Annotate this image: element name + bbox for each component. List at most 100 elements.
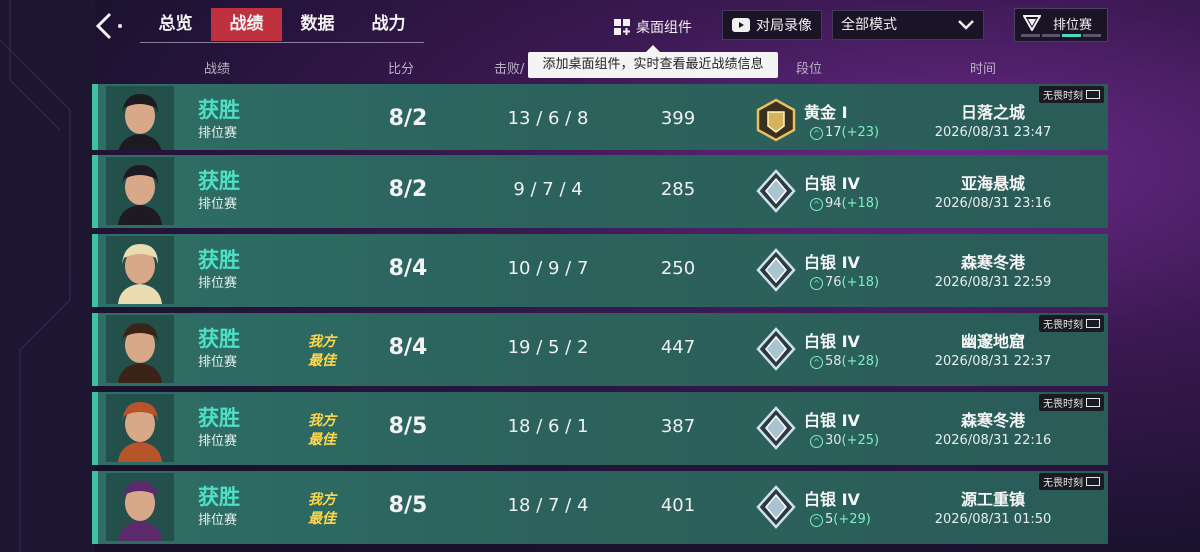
film-icon [1086,90,1100,99]
rank-name: 白银 IV [804,411,860,430]
gold-rank-icon [756,98,796,142]
rank-emblem-icon [1023,15,1041,31]
combat-score: 250 [660,258,696,279]
col-header-score: 比分 [388,62,415,77]
rank-name: 白银 IV [804,332,860,351]
tab-bar: 总览 战绩 数据 战力 [140,8,424,43]
silver-rank-icon [756,327,796,371]
fearless-moment-tag[interactable]: 无畏时刻 [1039,86,1104,103]
map-name: 森寒冬港 [960,253,1025,272]
chevron-down-icon [958,20,974,30]
rank-up-icon: ^ [810,277,823,290]
rank-up-icon: ^ [810,356,823,369]
rank-up-icon: ^ [810,127,823,140]
match-row[interactable]: 获胜 排位赛 我方 最佳 8/5 18 / 7 / 4 401 白银 IV ^ 5(+29) 源工… [92,471,1108,544]
rank-name: 白银 IV [804,253,860,272]
ranked-filter-badge[interactable]: 排位赛 [1014,8,1108,42]
match-row[interactable]: 获胜 排位赛 我方 最佳 8/4 19 / 5 / 2 447 白银 IV ^ 58(+28) 幽… [92,313,1108,386]
match-row[interactable]: 获胜 排位赛 8/2 9 / 7 / 4 285 白银 IV ^ 94(+18) 亚海悬城 202… [92,155,1108,228]
silver-rank-icon [756,248,796,292]
rank-rating-delta: (+18) [841,275,880,290]
team-mvp-badge: 我方 最佳 [308,412,336,450]
tab-overview[interactable]: 总览 [140,8,211,41]
rank-up-icon: ^ [810,198,823,211]
match-time: 2026/08/31 22:59 [934,275,1052,290]
fearless-moment-label: 无畏时刻 [1043,478,1083,489]
tab-match-history[interactable]: 战绩 [211,8,282,41]
rank-rating-value: 76 [825,275,842,290]
combat-score: 285 [660,179,696,200]
fearless-moment-label: 无畏时刻 [1043,320,1083,331]
rank-rating-delta: (+28) [841,354,880,369]
rank-rating-value: 94 [825,196,842,211]
col-header-time: 时间 [970,62,997,77]
match-time: 2026/08/31 23:47 [934,125,1052,140]
back-button[interactable] [92,10,126,42]
rank-up-icon: ^ [810,514,823,527]
widget-tooltip: 添加桌面组件，实时查看最近战绩信息 [528,45,778,78]
rank-up-icon: ^ [810,435,823,448]
match-result: 获胜 [198,406,240,430]
fearless-moment-tag[interactable]: 无畏时刻 [1039,473,1104,490]
film-icon [1086,398,1100,407]
match-result: 获胜 [198,169,240,193]
fearless-moment-tag[interactable]: 无畏时刻 [1039,394,1104,411]
backdrop-lines [0,0,71,552]
combat-score: 399 [660,108,696,129]
agent-avatar [106,315,174,383]
rank-rating-delta: (+23) [841,125,880,140]
col-header-rank: 段位 [796,62,823,77]
film-icon [1086,477,1100,486]
match-row[interactable]: 获胜 排位赛 我方 最佳 8/5 18 / 6 / 1 387 白银 IV ^ 30(+25) 森… [92,392,1108,465]
tab-power[interactable]: 战力 [353,8,424,41]
rank-rating: ^ 94(+18) [810,196,879,211]
kda-stat: 18 / 7 / 4 [507,495,589,516]
match-row[interactable]: 获胜 排位赛 8/2 13 / 6 / 8 399 黄金 I ^ 17(+23) 日落之城 202… [92,84,1108,150]
play-video-icon [732,18,750,32]
match-result: 获胜 [198,327,240,351]
rank-rating-value: 30 [825,433,842,448]
queue-type: 排位赛 [198,276,238,291]
rank-progress-bar [1021,34,1101,37]
rank-name: 白银 IV [804,174,860,193]
queue-type: 排位赛 [198,197,238,212]
match-result: 获胜 [198,485,240,509]
combat-score: 387 [660,416,696,437]
film-icon [1086,319,1100,328]
rank-rating: ^ 58(+28) [810,354,879,369]
rank-name: 黄金 I [804,103,848,122]
tab-stats[interactable]: 数据 [282,8,353,41]
agent-avatar [106,236,174,304]
match-score: 8/4 [388,256,428,281]
kda-stat: 18 / 6 / 1 [507,416,589,437]
queue-type: 排位赛 [198,126,238,141]
fearless-moment-label: 无畏时刻 [1043,91,1083,102]
match-replay-button[interactable]: 对局录像 [722,10,822,40]
kda-stat: 10 / 9 / 7 [507,258,589,279]
match-result: 获胜 [198,248,240,272]
match-row[interactable]: 获胜排位赛 8/4 10 / 9 / 7 250 白银 IV ^ 76(+18) 森寒冬港 20… [92,234,1108,307]
agent-avatar [106,473,174,541]
team-mvp-label: 我方 最佳 [308,334,336,369]
rank-rating-delta: (+25) [841,433,880,448]
rank-rating: ^ 17(+23) [810,125,879,140]
team-mvp-badge: 我方 最佳 [308,491,336,529]
combat-score: 401 [660,495,696,516]
fearless-moment-label: 无畏时刻 [1043,399,1083,410]
match-time: 2026/08/31 22:16 [934,433,1052,448]
desktop-widget-button[interactable]: 桌面组件 [614,14,692,40]
rank-name: 白银 IV [804,490,860,509]
rank-rating: ^ 76(+18) [810,275,879,290]
col-header-kda: 击败/ [494,62,525,77]
rank-rating-value: 17 [825,125,842,140]
team-mvp-badge: 我方 最佳 [308,333,336,371]
mode-select[interactable]: 全部模式 [832,10,984,40]
col-header-record: 战绩 [204,62,231,77]
rank-rating: ^ 30(+25) [810,433,879,448]
agent-avatar [106,394,174,462]
fearless-moment-tag[interactable]: 无畏时刻 [1039,315,1104,332]
rank-rating-delta: (+29) [833,512,871,527]
ranked-filter-label: 排位赛 [1053,18,1093,33]
match-time: 2026/08/31 22:37 [934,354,1052,369]
agent-avatar [106,157,174,225]
